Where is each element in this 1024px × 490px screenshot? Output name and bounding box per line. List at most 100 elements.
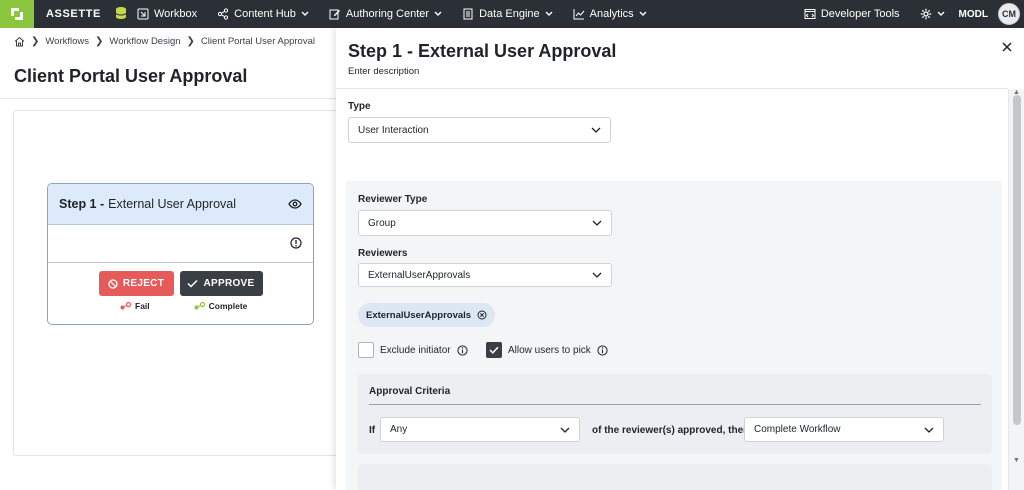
reviewer-type-select[interactable]: Group <box>358 210 612 236</box>
step-outcomes: Fail Complete <box>48 301 313 311</box>
info-icon[interactable] <box>290 237 302 249</box>
step-card-body <box>48 225 313 263</box>
reviewer-section: Reviewer Type Group Reviewers ExternalUs… <box>346 181 1002 490</box>
nav-authoring-center-label: Authoring Center <box>345 8 430 20</box>
chevron-down-icon <box>924 427 934 433</box>
workflow-step-card[interactable]: Step 1 - External User Approval REJECT A… <box>47 183 314 325</box>
step-card-header[interactable]: Step 1 - External User Approval <box>48 184 313 225</box>
criteria-if-value: Any <box>390 424 408 435</box>
breadcrumb-workflows[interactable]: Workflows <box>45 36 89 47</box>
settings-menu[interactable] <box>920 8 945 20</box>
edit-icon <box>329 9 340 20</box>
scroll-thumb[interactable] <box>1013 95 1021 425</box>
nav-content-hub-label: Content Hub <box>234 8 296 20</box>
data-icon <box>463 8 473 20</box>
reviewers-select[interactable]: ExternalUserApprovals <box>358 263 612 287</box>
allow-pick-label: Allow users to pick <box>508 344 591 356</box>
type-label: Type <box>348 101 371 112</box>
allow-pick-checkbox[interactable] <box>486 342 502 358</box>
chevron-down-icon <box>591 127 601 133</box>
info-icon[interactable] <box>457 344 468 356</box>
exclude-initiator-label: Exclude initiator <box>380 344 451 356</box>
app-logo[interactable] <box>0 0 34 28</box>
reviewer-chip-label: ExternalUserApprovals <box>366 309 472 321</box>
type-value: User Interaction <box>358 124 429 136</box>
reject-button[interactable]: REJECT <box>98 271 174 296</box>
approval-criteria-section: Approval Criteria If Any of the reviewer… <box>358 374 992 454</box>
scroll-down-icon[interactable]: ▼ <box>1013 457 1020 464</box>
chevron-down-icon <box>592 220 602 226</box>
divider <box>0 98 340 99</box>
developer-tools-label: Developer Tools <box>820 8 900 20</box>
chevron-down-icon <box>301 11 309 16</box>
criteria-then-select[interactable]: Complete Workflow <box>744 417 944 442</box>
reviewer-type-value: Group <box>368 217 396 229</box>
step-name: External User Approval <box>108 197 236 211</box>
fail-label: Fail <box>135 301 150 311</box>
allow-pick-row: Allow users to pick <box>486 342 608 358</box>
chevron-right-icon: ❯ <box>95 36 104 47</box>
divider <box>369 404 981 405</box>
developer-tools-button[interactable]: Developer Tools <box>804 8 900 20</box>
fail-connector-icon <box>120 302 131 310</box>
breadcrumb-workflow-design[interactable]: Workflow Design <box>109 36 180 47</box>
nav-content-hub[interactable]: Content Hub <box>217 8 309 20</box>
nav-analytics[interactable]: Analytics <box>573 8 647 20</box>
approve-button[interactable]: APPROVE <box>179 271 263 296</box>
share-icon <box>218 8 229 20</box>
outcome-fail: Fail <box>120 301 150 311</box>
panel-scrollbar[interactable]: ▲ ▼ <box>1008 89 1024 490</box>
complete-connector-icon <box>194 302 205 310</box>
reviewers-value: ExternalUserApprovals <box>368 269 471 281</box>
brand-name: ASSETTE <box>46 8 101 20</box>
chevron-right-icon: ❯ <box>31 36 40 47</box>
nav-analytics-label: Analytics <box>589 8 634 20</box>
criteria-then-value: Complete Workflow <box>754 424 841 435</box>
avatar[interactable]: CM <box>998 3 1020 25</box>
remove-chip-icon[interactable] <box>477 310 487 320</box>
complete-label: Complete <box>208 301 248 311</box>
reviewers-label: Reviewers <box>358 248 408 259</box>
nav-right: Developer Tools MODL CM <box>804 3 1024 25</box>
info-icon[interactable] <box>597 344 608 356</box>
panel-form: Type User Interaction Reviewer Type Grou… <box>336 89 1008 490</box>
chevron-down-icon <box>592 272 602 278</box>
chart-icon <box>573 9 585 20</box>
code-window-icon <box>804 9 816 19</box>
nav-authoring-center[interactable]: Authoring Center <box>329 8 442 20</box>
panel-title: Step 1 - External User Approval <box>348 41 617 61</box>
nav-data-engine[interactable]: Data Engine <box>462 8 553 20</box>
next-section <box>358 464 992 490</box>
exclude-initiator-row: Exclude initiator <box>358 342 468 358</box>
breadcrumb-current: Client Portal User Approval <box>200 36 315 47</box>
type-select[interactable]: User Interaction <box>348 117 611 143</box>
step-number: Step 1 - <box>59 197 105 211</box>
criteria-middle-text: of the reviewer(s) approved, then <box>592 425 750 436</box>
eye-icon[interactable] <box>288 199 302 209</box>
org-label[interactable]: MODL <box>959 9 988 20</box>
breadcrumb: ❯ Workflows ❯ Workflow Design ❯ Client P… <box>14 36 315 47</box>
close-icon[interactable] <box>1002 42 1012 52</box>
chevron-down-icon <box>545 11 553 16</box>
workbox-icon <box>137 8 149 20</box>
chevron-down-icon <box>434 11 442 16</box>
reject-label: REJECT <box>122 278 165 289</box>
chevron-down-icon <box>560 427 570 433</box>
reviewer-type-label: Reviewer Type <box>358 194 428 205</box>
page-title: Client Portal User Approval <box>14 66 248 86</box>
home-icon[interactable] <box>14 36 25 47</box>
chevron-down-icon <box>639 11 647 16</box>
logo-icon <box>11 8 23 20</box>
approval-criteria-title: Approval Criteria <box>369 386 451 397</box>
exclude-initiator-checkbox[interactable] <box>358 342 374 358</box>
nav-data-engine-label: Data Engine <box>479 8 540 20</box>
check-icon <box>489 346 499 354</box>
chevron-right-icon: ❯ <box>186 36 195 47</box>
database-icon[interactable] <box>115 6 127 23</box>
ban-icon <box>108 278 118 289</box>
criteria-if-select[interactable]: Any <box>380 417 580 442</box>
step-settings-panel: Step 1 - External User Approval Enter de… <box>336 28 1024 490</box>
step-description[interactable]: Enter description <box>348 66 419 77</box>
check-icon <box>187 279 199 288</box>
nav-workbox[interactable]: Workbox <box>137 8 197 20</box>
